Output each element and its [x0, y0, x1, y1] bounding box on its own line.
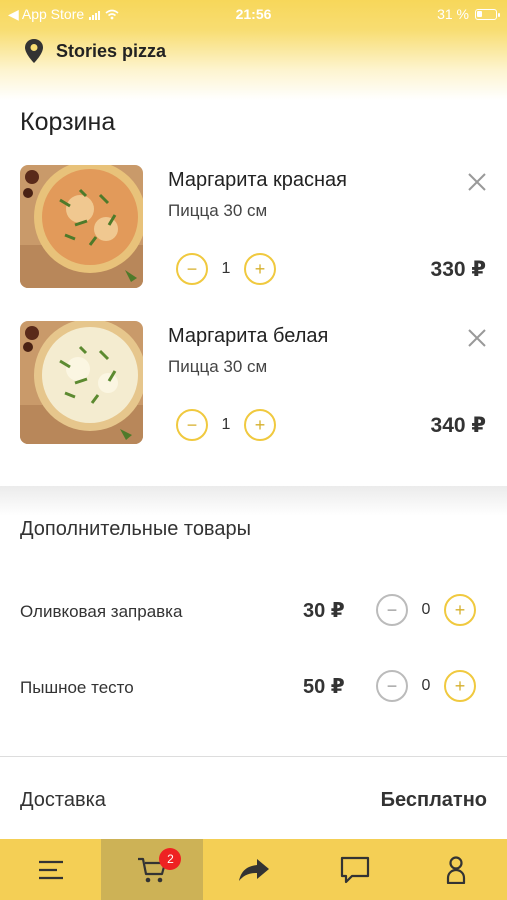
battery-percent: 31 %	[437, 6, 469, 22]
decrease-button[interactable]: −	[376, 594, 408, 626]
pizza-image	[20, 321, 143, 444]
share-icon	[238, 858, 269, 881]
tab-cart[interactable]: 2	[101, 839, 203, 900]
quantity-stepper: − 0 +	[376, 594, 476, 626]
tab-chat[interactable]	[304, 839, 405, 900]
extra-label: Оливковая заправка	[20, 602, 183, 621]
header[interactable]: Stories pizza	[24, 38, 166, 64]
quantity-value: 0	[421, 601, 431, 618]
status-bar: ◀ App Store 21:56 31 %	[0, 0, 507, 28]
quantity-value: 1	[221, 416, 231, 433]
item-name: Маргарита красная	[168, 169, 348, 191]
menu-icon	[38, 860, 63, 879]
extra-price: 30 ₽	[303, 600, 345, 622]
increase-button[interactable]: +	[444, 670, 476, 702]
remove-item-close-icon[interactable]	[466, 171, 488, 193]
tab-bar: 2	[0, 839, 507, 900]
tab-menu[interactable]	[0, 839, 101, 900]
extra-price: 50 ₽	[303, 676, 345, 698]
profile-icon	[447, 855, 466, 884]
item-name: Маргарита белая	[168, 325, 329, 347]
location-pin-icon	[25, 39, 43, 63]
quantity-value: 1	[221, 260, 231, 277]
quantity-stepper: − 0 +	[376, 670, 476, 702]
section-divider	[0, 486, 507, 516]
extra-item: Оливковая заправка 30 ₽ − 0 +	[20, 594, 490, 630]
cart-item: Маргарита красная Пицца 30 см − 1 + 330 …	[20, 165, 490, 289]
quantity-stepper: − 1 +	[176, 409, 276, 441]
page-title: Корзина	[20, 108, 116, 136]
tab-share[interactable]	[203, 839, 304, 900]
extras-title: Дополнительные товары	[20, 518, 251, 540]
decrease-button[interactable]: −	[176, 409, 208, 441]
increase-button[interactable]: +	[244, 409, 276, 441]
increase-button[interactable]: +	[244, 253, 276, 285]
remove-item-close-icon[interactable]	[466, 327, 488, 349]
chat-icon	[340, 856, 370, 883]
decrease-button[interactable]: −	[176, 253, 208, 285]
item-price: 340 ₽	[430, 414, 486, 437]
pizza-image	[20, 165, 143, 288]
item-description: Пицца 30 см	[168, 357, 268, 376]
delivery-value: Бесплатно	[380, 789, 487, 811]
divider	[0, 756, 507, 757]
increase-button[interactable]: +	[444, 594, 476, 626]
extra-label: Пышное тесто	[20, 678, 134, 697]
decrease-button[interactable]: −	[376, 670, 408, 702]
status-time: 21:56	[235, 6, 272, 22]
item-description: Пицца 30 см	[168, 201, 268, 220]
battery-icon	[475, 8, 500, 20]
top-bar: ◀ App Store 21:56 31 % Stories pizza	[0, 0, 507, 100]
cart-item: Маргарита белая Пицца 30 см − 1 + 340 ₽	[20, 321, 490, 445]
quantity-stepper: − 1 +	[176, 253, 276, 285]
quantity-value: 0	[421, 677, 431, 694]
restaurant-title: Stories pizza	[56, 40, 167, 61]
tab-profile[interactable]	[406, 839, 507, 900]
cart-badge: 2	[159, 848, 182, 870]
delivery-label: Доставка	[20, 789, 106, 811]
item-price: 330 ₽	[430, 258, 486, 281]
extra-item: Пышное тесто 50 ₽ − 0 +	[20, 670, 490, 706]
